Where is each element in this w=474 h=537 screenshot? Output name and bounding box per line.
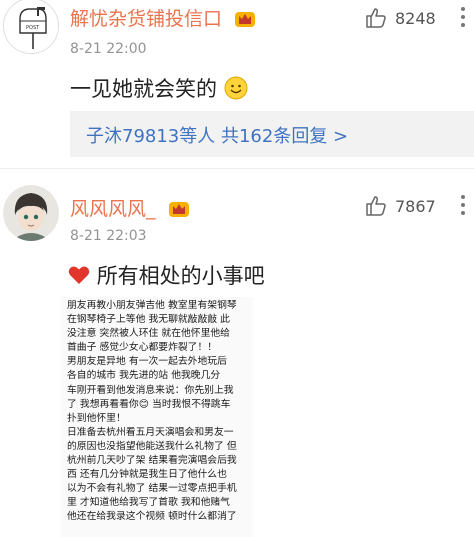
comment-text: 一见她就会笑的 (70, 73, 248, 103)
crown-badge-icon (235, 12, 256, 27)
comment-text: 所有相处的小事吧 (68, 260, 265, 290)
comment-image-line: 西 还有几分钟就是我生日了他什么也 (67, 469, 227, 481)
username-text[interactable]: 风风风风_ (70, 198, 156, 220)
username-text[interactable]: 解忧杂货铺投信口 (70, 8, 222, 30)
comment-image-line: 扑到他怀里！ (67, 412, 126, 424)
comment-image-line: 男朋友是异地 有一次一起去外地玩后 (67, 356, 227, 368)
username[interactable]: 解忧杂货铺投信口 (70, 4, 256, 31)
comment-1: POST 解忧杂货铺投信口 8-21 22:00 8248 一见她就会笑的 子沐… (0, 0, 474, 160)
like-button[interactable]: 8248 (365, 6, 436, 30)
comment-image-line: 日准备去杭州看五月天演唱会和男友一 (67, 426, 234, 438)
red-heart-icon (68, 266, 90, 284)
comment-image[interactable]: 朋友再教小朋友弹吉他 教室里有架钢琴 在钢琴椅子上等他 我无聊就敲敲敲 此没注意 … (61, 297, 253, 537)
more-options-icon[interactable] (458, 193, 468, 217)
comment-image-line: 首曲子 感觉少女心都要炸裂了！！ (67, 342, 218, 354)
comment-image-line: 朋友再教小朋友弹吉他 教室里有架钢琴 (67, 300, 237, 311)
more-options-icon[interactable] (458, 5, 468, 29)
thumbs-up-icon (366, 196, 386, 216)
comment-image-line: 了 我想再看看你😊 当时我恨不得跳车 (67, 398, 231, 410)
avatar[interactable]: POST (3, 0, 59, 54)
anime-avatar-icon (3, 185, 59, 241)
comment-image-text: 朋友再教小朋友弹吉他 教室里有架钢琴 在钢琴椅子上等他 我无聊就敲敲敲 此没注意 … (61, 297, 253, 525)
divider (0, 168, 474, 169)
timestamp: 8-21 22:00 (70, 41, 147, 57)
replies-summary[interactable]: 子沐79813等人 共162条回复 > (70, 111, 474, 157)
avatar[interactable] (3, 185, 59, 241)
like-count: 8248 (395, 8, 436, 28)
comment-image-line: 杭州前几天吵了架 结果看完演唱会后我 (67, 455, 237, 467)
comment-image-line: 的原因也没指望他能送我什么礼物了 但 (67, 440, 237, 452)
replies-summary-link[interactable]: 子沐79813等人 共162条回复 > (86, 122, 348, 148)
timestamp: 8-21 22:03 (70, 228, 147, 244)
mailbox-icon: POST (4, 0, 58, 53)
comment-image-line: 车刚开看到他发消息来说：你先别上我 (67, 384, 234, 396)
comment-image-line: 以为不会有礼物了 结果一过零点把手机 (67, 483, 237, 495)
comment-image-line: 他还在给我录这个视频 顿时什么都消了 (67, 511, 237, 523)
smile-emoji-icon (224, 76, 248, 100)
username[interactable]: 风风风风_ (70, 194, 190, 221)
svg-text:POST: POST (26, 25, 40, 31)
like-count: 7867 (395, 196, 436, 216)
comment-image-line: 各自的城市 我先进的站 他我晚几分 (67, 370, 221, 382)
like-button[interactable]: 7867 (365, 194, 436, 218)
comment-image-line: 在钢琴椅子上等他 我无聊就敲敲敲 此 (67, 314, 230, 326)
crown-badge-icon (168, 202, 189, 217)
comment-image-line: 里 才知道他给我写了首歌 我和他赌气 (67, 497, 230, 509)
thumbs-up-icon (366, 8, 386, 28)
comment-image-line: 没注意 突然被人环住 就在他怀里他给 (67, 328, 230, 340)
